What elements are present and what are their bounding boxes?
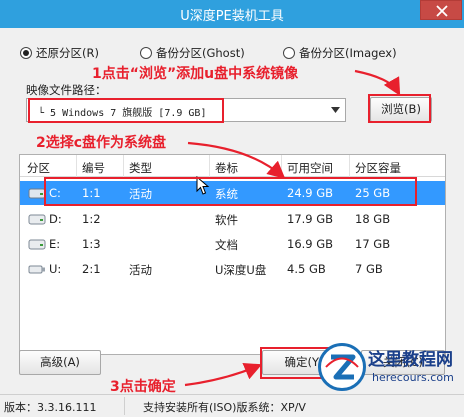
arrow-to-ok <box>184 363 263 387</box>
arrow-to-browse <box>354 69 401 96</box>
watermark-url: herecours.com <box>372 371 454 384</box>
watermark-title: 这里教程网 <box>368 350 453 370</box>
watermark-logo <box>318 343 366 391</box>
window-title: U深度PE装机工具 <box>180 9 284 24</box>
title-bar: U深度PE装机工具 <box>0 0 464 28</box>
watermark: 这里教程网 herecours.com <box>318 337 464 417</box>
window-close-button[interactable] <box>420 0 462 20</box>
arrow-to-c-drive <box>187 141 286 179</box>
z-logo-icon <box>325 354 359 380</box>
close-icon <box>436 5 448 17</box>
